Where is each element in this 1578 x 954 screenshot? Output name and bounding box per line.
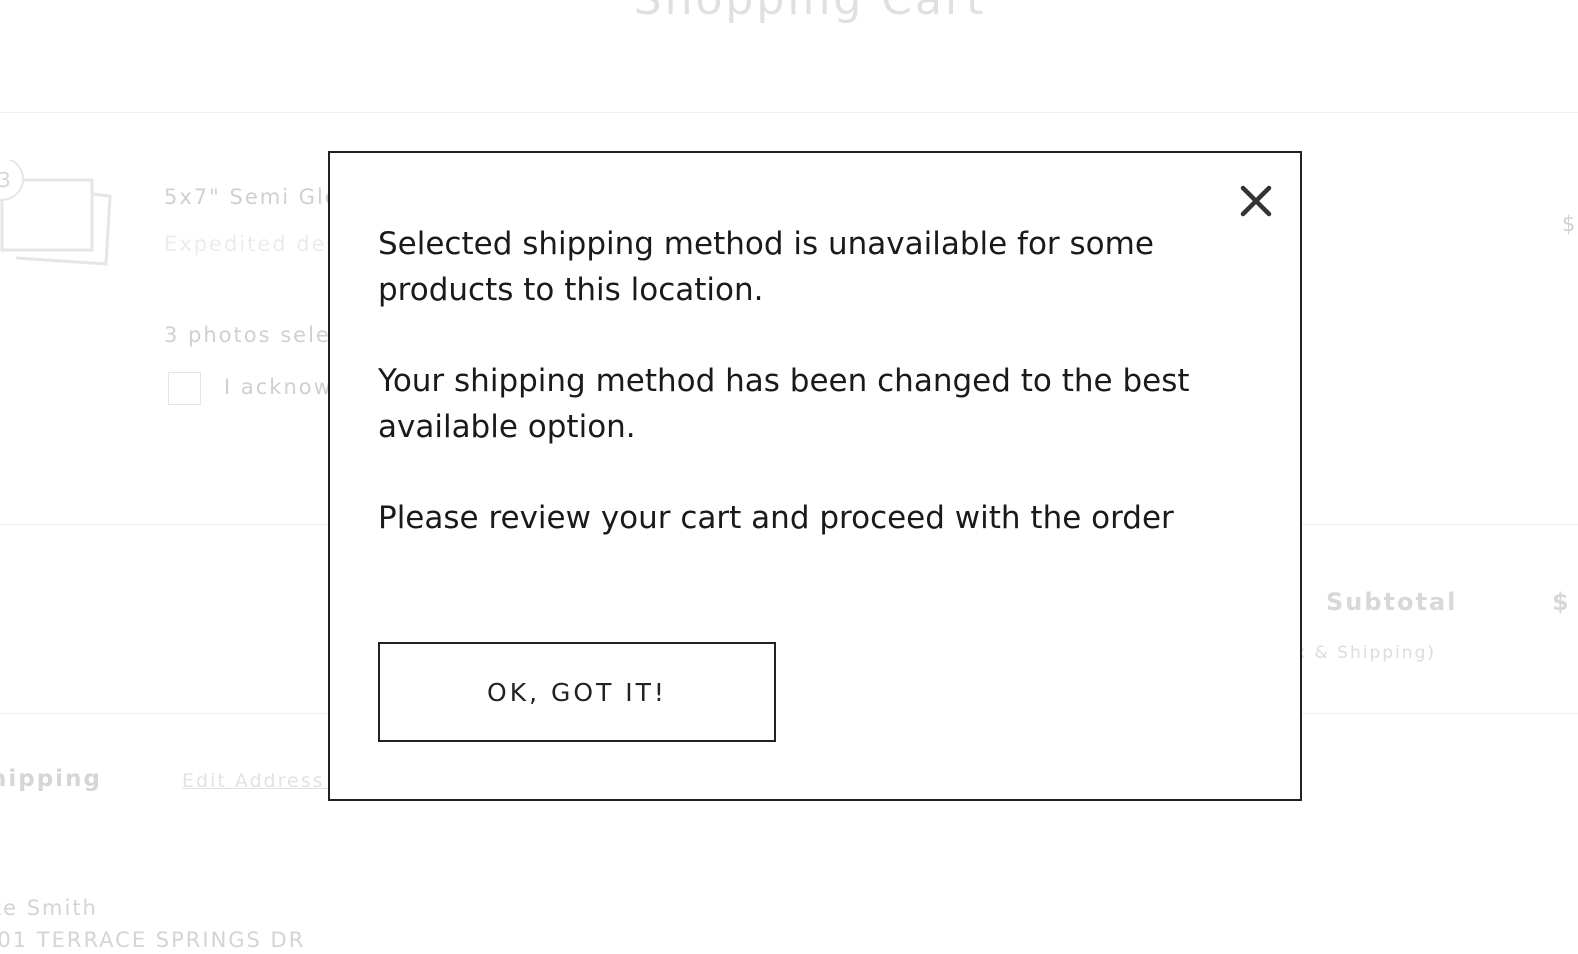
dialog-message-changed: Your shipping method has been changed to… xyxy=(378,363,1190,445)
photos-selected-text: 3 photos selec xyxy=(164,323,345,347)
edit-address-link[interactable]: Edit Address & xyxy=(182,770,349,792)
cart-item-thumbnail: 3 xyxy=(0,157,122,270)
acknowledge-checkbox[interactable] xyxy=(168,372,201,405)
shipping-name: ate Smith xyxy=(0,896,98,920)
cart-item-price: $ xyxy=(1562,212,1576,236)
subtotal-label: Subtotal xyxy=(1326,588,1458,616)
shipping-heading: hipping xyxy=(0,766,102,792)
close-icon[interactable] xyxy=(1236,181,1276,221)
acknowledge-label: I acknow xyxy=(224,375,333,399)
photo-stack-icon: 3 xyxy=(0,157,112,266)
subtotal-value: $ xyxy=(1552,588,1569,616)
quantity-badge: 3 xyxy=(0,168,11,192)
cart-item-delivery: Expedited de xyxy=(164,232,327,256)
divider xyxy=(0,112,1578,113)
close-button[interactable] xyxy=(1236,181,1276,221)
page-title: Shopping Cart xyxy=(0,0,1578,25)
shipping-street: 501 TERRACE SPRINGS DR xyxy=(0,928,306,952)
ok-got-it-button[interactable]: OK, GOT IT! xyxy=(378,642,776,742)
dialog-message-unavailable: Selected shipping method is unavailable … xyxy=(378,226,1154,308)
shipping-method-changed-dialog: Selected shipping method is unavailable … xyxy=(328,151,1302,801)
dialog-message-review: Please review your cart and proceed with… xyxy=(378,500,1174,536)
cart-item-name: 5x7" Semi Glos xyxy=(164,185,353,209)
